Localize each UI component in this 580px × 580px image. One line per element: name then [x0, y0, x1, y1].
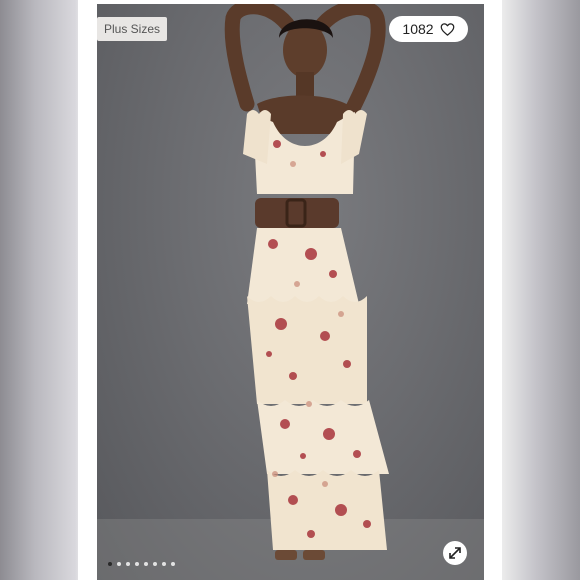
- carousel-dots: [108, 562, 175, 566]
- like-count: 1082: [402, 21, 434, 37]
- carousel-dot[interactable]: [117, 562, 121, 566]
- carousel-dot[interactable]: [171, 562, 175, 566]
- carousel-dot[interactable]: [135, 562, 139, 566]
- carousel-dot[interactable]: [144, 562, 148, 566]
- carousel-dot[interactable]: [126, 562, 130, 566]
- carousel-dot[interactable]: [108, 562, 112, 566]
- expand-button[interactable]: [443, 541, 467, 565]
- carousel-dot[interactable]: [153, 562, 157, 566]
- model-illustration: [97, 4, 484, 580]
- product-photo[interactable]: [97, 4, 484, 580]
- plus-sizes-tag[interactable]: Plus Sizes: [97, 17, 168, 41]
- heart-icon: [440, 22, 454, 36]
- expand-icon: [449, 547, 461, 559]
- like-button[interactable]: 1082: [389, 16, 468, 42]
- carousel-dot[interactable]: [162, 562, 166, 566]
- background-right: [500, 0, 580, 580]
